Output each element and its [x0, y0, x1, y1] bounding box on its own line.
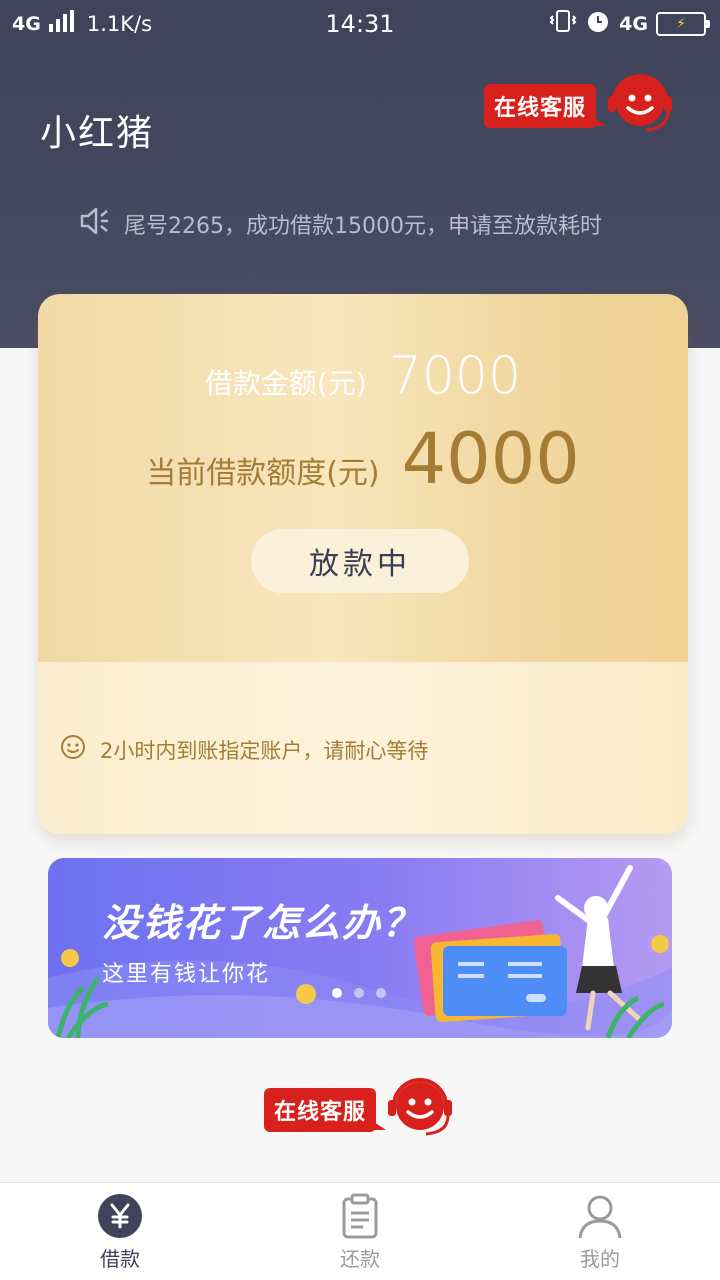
status-right: 4G ⚡: [549, 8, 710, 40]
carousel-dot[interactable]: [332, 988, 342, 998]
headset-smiley-icon: [606, 72, 678, 140]
battery-icon: ⚡: [656, 12, 710, 36]
bottom-nav: 借款 还款 我的: [0, 1182, 720, 1280]
nav-item-repay[interactable]: 还款: [240, 1183, 480, 1280]
status-left: 4G 1.1K/s: [12, 10, 152, 38]
signal-icon: [48, 10, 75, 38]
vibrate-icon: [549, 9, 577, 39]
nav-item-loan[interactable]: 借款: [0, 1183, 240, 1280]
footer-customer-service-button[interactable]: 在线客服: [264, 1076, 458, 1144]
nav-label-repay: 还款: [340, 1247, 380, 1271]
alarm-icon: [585, 8, 611, 40]
carousel-dots: [332, 988, 386, 998]
carousel-dot[interactable]: [376, 988, 386, 998]
nav-label-me: 我的: [580, 1247, 620, 1271]
nav-label-loan: 借款: [100, 1247, 140, 1271]
notice-text: 尾号2265，成功借款15000元，申请至放款耗时: [124, 214, 602, 239]
smiley-icon: [60, 734, 86, 765]
credit-limit-value: 4000: [401, 418, 580, 500]
app-title: 小红猪: [40, 113, 155, 154]
loan-amount-value: 7000: [388, 346, 522, 406]
customer-service-label: 在线客服: [264, 1088, 387, 1132]
credit-limit-row: 当前借款额度(元) 4000: [38, 418, 688, 500]
loan-amount-label: 借款金额(元): [204, 367, 367, 400]
speaker-icon: [80, 207, 110, 241]
carousel-dot[interactable]: [354, 988, 364, 998]
headset-smiley-icon: [386, 1076, 458, 1144]
network-type-right: 4G: [619, 13, 648, 35]
customer-service-label: 在线客服: [484, 84, 607, 128]
credit-limit-label: 当前借款额度(元): [146, 456, 380, 491]
user-icon: [577, 1193, 623, 1239]
banner-title: 没钱花了怎么办？: [102, 901, 423, 945]
notice-bar: 尾号2265，成功借款15000元，申请至放款耗时: [80, 206, 602, 242]
nav-item-me[interactable]: 我的: [480, 1183, 720, 1280]
yuan-icon: [97, 1193, 143, 1239]
banner-illustration: [48, 865, 672, 1038]
banner-subtitle: 这里有钱让你花: [102, 962, 271, 987]
arrival-tip-text: 2小时内到账指定账户，请耐心等待: [100, 738, 429, 763]
loan-card: 借款金额(元) 7000 当前借款额度(元) 4000 放款中 2小时内到账指定…: [38, 294, 688, 834]
promo-banner[interactable]: 没钱花了怎么办？ 这里有钱让你花: [48, 858, 672, 1038]
arrival-tip: 2小时内到账指定账户，请耐心等待: [60, 734, 428, 765]
customer-service-button[interactable]: 在线客服: [484, 72, 678, 140]
loan-status-button[interactable]: 放款中: [251, 529, 469, 593]
loan-amount-row: 借款金额(元) 7000: [38, 346, 688, 406]
clipboard-icon: [337, 1193, 383, 1239]
status-bar: 4G 1.1K/s 14:31 4G ⚡: [0, 0, 720, 48]
network-type: 4G: [12, 13, 41, 35]
network-speed: 1.1K/s: [86, 12, 153, 36]
